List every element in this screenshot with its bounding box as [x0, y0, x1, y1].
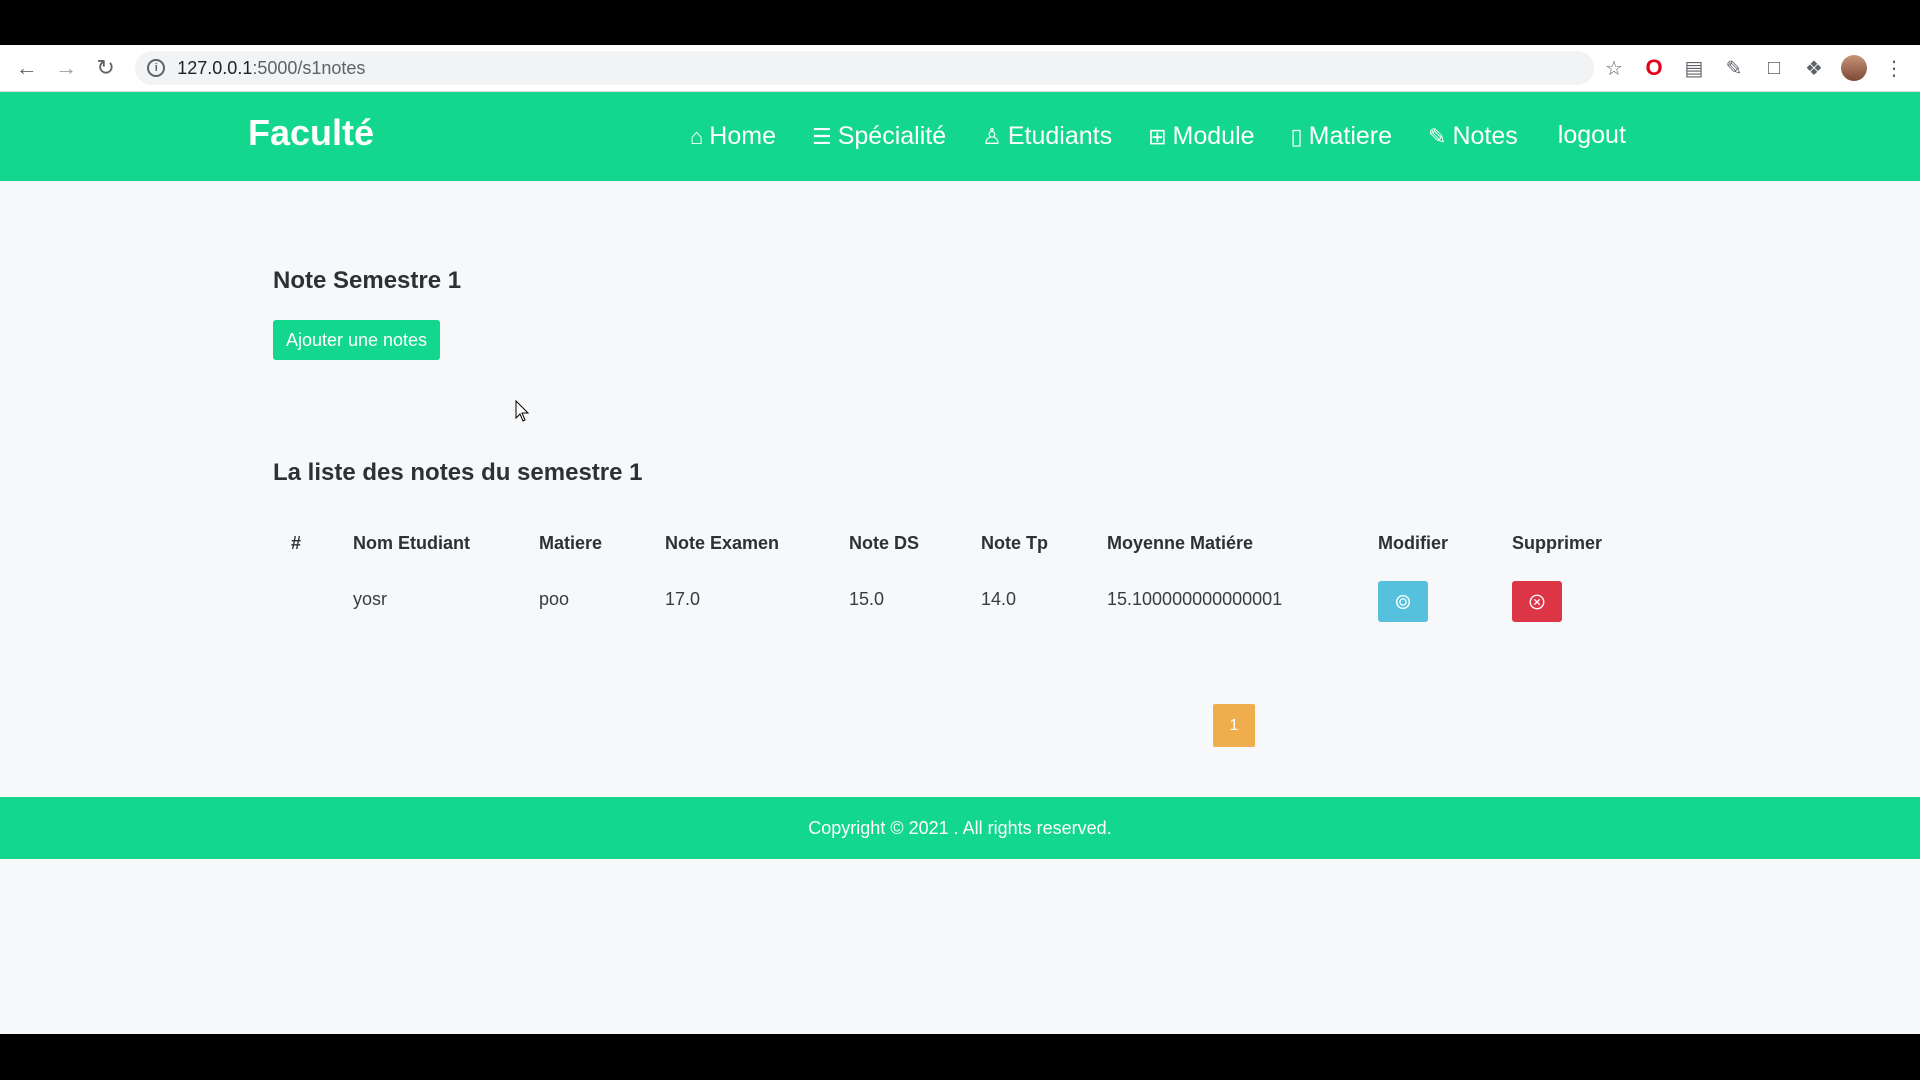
- col-header-modifier: Modifier: [1378, 533, 1448, 553]
- cell-ds: 15.0: [849, 589, 885, 609]
- pen-extension-icon[interactable]: ✎: [1714, 48, 1754, 88]
- col-header-supprimer: Supprimer: [1512, 533, 1603, 553]
- refresh-icon: [1395, 594, 1411, 609]
- document-extension-icon[interactable]: □: [1754, 48, 1794, 88]
- col-header-ds: Note DS: [849, 533, 920, 553]
- menu-label: Home: [709, 122, 776, 150]
- menu-item-logout[interactable]: logout: [1558, 121, 1626, 150]
- home-icon: ⌂: [690, 123, 704, 149]
- cell-moyenne: 15.100000000000001: [1107, 589, 1283, 609]
- menu-item-module[interactable]: ⊞ Module: [1148, 122, 1254, 151]
- site-header: Faculté ⌂ Home ☰ Spécialité ♙ Etudiants …: [0, 92, 1920, 181]
- table-row: yosr poo 17.0 15.0 14.0 15.1000000000000…: [273, 581, 1673, 629]
- add-notes-button[interactable]: Ajouter une notes: [273, 320, 440, 360]
- menu-label: Module: [1172, 122, 1255, 150]
- cell-tp: 14.0: [981, 589, 1017, 609]
- opera-icon[interactable]: O: [1634, 48, 1674, 88]
- info-icon[interactable]: i: [147, 59, 166, 77]
- copyright-text: Copyright © 2021 . All rights reserved.: [808, 817, 1112, 838]
- list-icon: ☰: [811, 123, 832, 149]
- col-header-tp: Note Tp: [981, 533, 1048, 553]
- browser-toolbar: ← → ↻ i 127.0.0.1:5000/s1notes ☆ O ▤ ✎ □…: [0, 45, 1920, 92]
- grid-icon: ⊞: [1148, 123, 1167, 149]
- menu-item-notes[interactable]: ✎ Notes: [1428, 122, 1518, 151]
- pagination-page-1[interactable]: 1: [1213, 704, 1255, 747]
- table-header: # Nom Etudiant Matiere Note Examen Note …: [273, 523, 1673, 563]
- back-icon[interactable]: ←: [7, 48, 46, 88]
- col-header-num: #: [291, 533, 302, 553]
- menu-label: Notes: [1452, 122, 1518, 150]
- reload-icon[interactable]: ↻: [86, 48, 125, 88]
- menu-item-home[interactable]: ⌂ Home: [690, 122, 776, 151]
- cell-examen: 17.0: [665, 589, 701, 609]
- col-header-moyenne: Moyenne Matiére: [1107, 533, 1254, 553]
- edit-button[interactable]: [1378, 581, 1428, 622]
- address-bar[interactable]: i 127.0.0.1:5000/s1notes: [135, 51, 1594, 85]
- main-menu: ⌂ Home ☰ Spécialité ♙ Etudiants ⊞ Module…: [690, 92, 1662, 181]
- puzzle-icon[interactable]: ❖: [1794, 48, 1834, 88]
- menu-label: Matiere: [1308, 122, 1393, 150]
- student-icon: ♙: [982, 123, 1002, 149]
- col-header-examen: Note Examen: [665, 533, 780, 553]
- col-header-nom: Nom Etudiant: [353, 533, 470, 553]
- col-header-matiere: Matiere: [539, 533, 603, 553]
- browser-window: ← → ↻ i 127.0.0.1:5000/s1notes ☆ O ▤ ✎ □…: [0, 45, 1920, 1034]
- cell-matiere: poo: [539, 589, 570, 609]
- cast-icon[interactable]: ▤: [1674, 48, 1714, 88]
- delete-button[interactable]: [1512, 581, 1562, 622]
- edit-icon: ✎: [1428, 123, 1447, 149]
- page-title: Note Semestre 1: [273, 267, 462, 294]
- menu-label: Etudiants: [1007, 122, 1113, 150]
- url-path: :5000/s1notes: [252, 57, 366, 78]
- menu-label: Spécialité: [837, 122, 947, 150]
- site-footer: Copyright © 2021 . All rights reserved.: [0, 797, 1920, 859]
- mouse-cursor-icon: [515, 400, 530, 422]
- bookmark-star-icon[interactable]: ☆: [1594, 48, 1634, 88]
- list-title: La liste des notes du semestre 1: [273, 459, 643, 486]
- menu-label: logout: [1557, 121, 1626, 149]
- book-icon: ▯: [1290, 123, 1303, 149]
- url-host: 127.0.0.1: [177, 57, 253, 78]
- menu-item-specialite[interactable]: ☰ Spécialité: [812, 122, 946, 151]
- forward-icon[interactable]: →: [46, 48, 85, 88]
- extensions-area: ☆ O ▤ ✎ □ ❖ ⋮: [1594, 48, 1914, 88]
- menu-item-etudiants[interactable]: ♙ Etudiants: [982, 122, 1112, 151]
- kebab-menu-icon[interactable]: ⋮: [1874, 48, 1914, 88]
- close-circle-icon: [1529, 594, 1545, 609]
- menu-item-matiere[interactable]: ▯ Matiere: [1291, 122, 1392, 151]
- cell-nom: yosr: [353, 589, 388, 609]
- brand-logo[interactable]: Faculté: [248, 112, 374, 154]
- profile-avatar[interactable]: [1834, 48, 1874, 88]
